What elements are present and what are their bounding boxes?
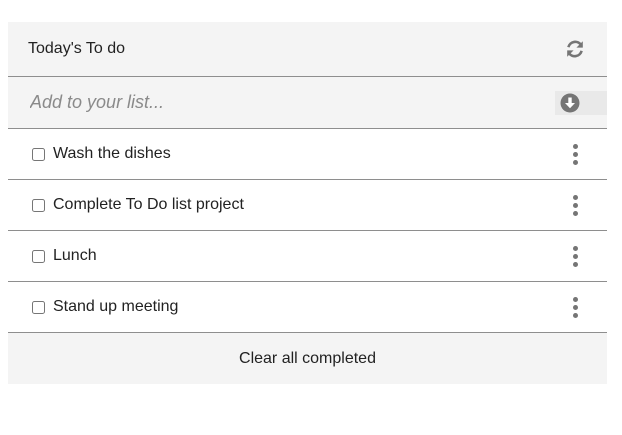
item-label: Lunch xyxy=(53,247,97,264)
list-item: Stand up meeting xyxy=(8,282,607,333)
more-vertical-icon xyxy=(572,194,578,216)
arrow-circle-down-icon xyxy=(560,93,580,113)
item-checkbox[interactable] xyxy=(32,249,45,263)
clear-completed-label: Clear all completed xyxy=(239,349,376,367)
add-item-input[interactable] xyxy=(28,91,532,114)
add-item-row xyxy=(8,77,607,129)
refresh-button[interactable] xyxy=(563,37,587,61)
item-menu-button[interactable] xyxy=(569,193,581,217)
more-vertical-icon xyxy=(572,245,578,267)
item-label: Stand up meeting xyxy=(53,298,179,315)
more-vertical-icon xyxy=(572,296,578,318)
item-label: Complete To Do list project xyxy=(53,196,244,213)
more-vertical-icon xyxy=(572,143,578,165)
list-item: Lunch xyxy=(8,231,607,282)
item-checkbox[interactable] xyxy=(32,147,45,161)
add-item-button[interactable] xyxy=(555,91,607,115)
page-title: Today's To do xyxy=(28,40,126,57)
clear-completed-button[interactable]: Clear all completed xyxy=(8,333,607,384)
item-label: Wash the dishes xyxy=(53,145,171,162)
list-item: Complete To Do list project xyxy=(8,180,607,231)
todo-header: Today's To do xyxy=(8,22,607,77)
todo-card: Today's To do Wash the dishes xyxy=(8,22,607,384)
list-item: Wash the dishes xyxy=(8,129,607,180)
item-checkbox[interactable] xyxy=(32,300,45,314)
item-checkbox[interactable] xyxy=(32,198,45,212)
item-menu-button[interactable] xyxy=(569,244,581,268)
refresh-icon xyxy=(567,40,583,58)
item-menu-button[interactable] xyxy=(569,142,581,166)
item-menu-button[interactable] xyxy=(569,295,581,319)
